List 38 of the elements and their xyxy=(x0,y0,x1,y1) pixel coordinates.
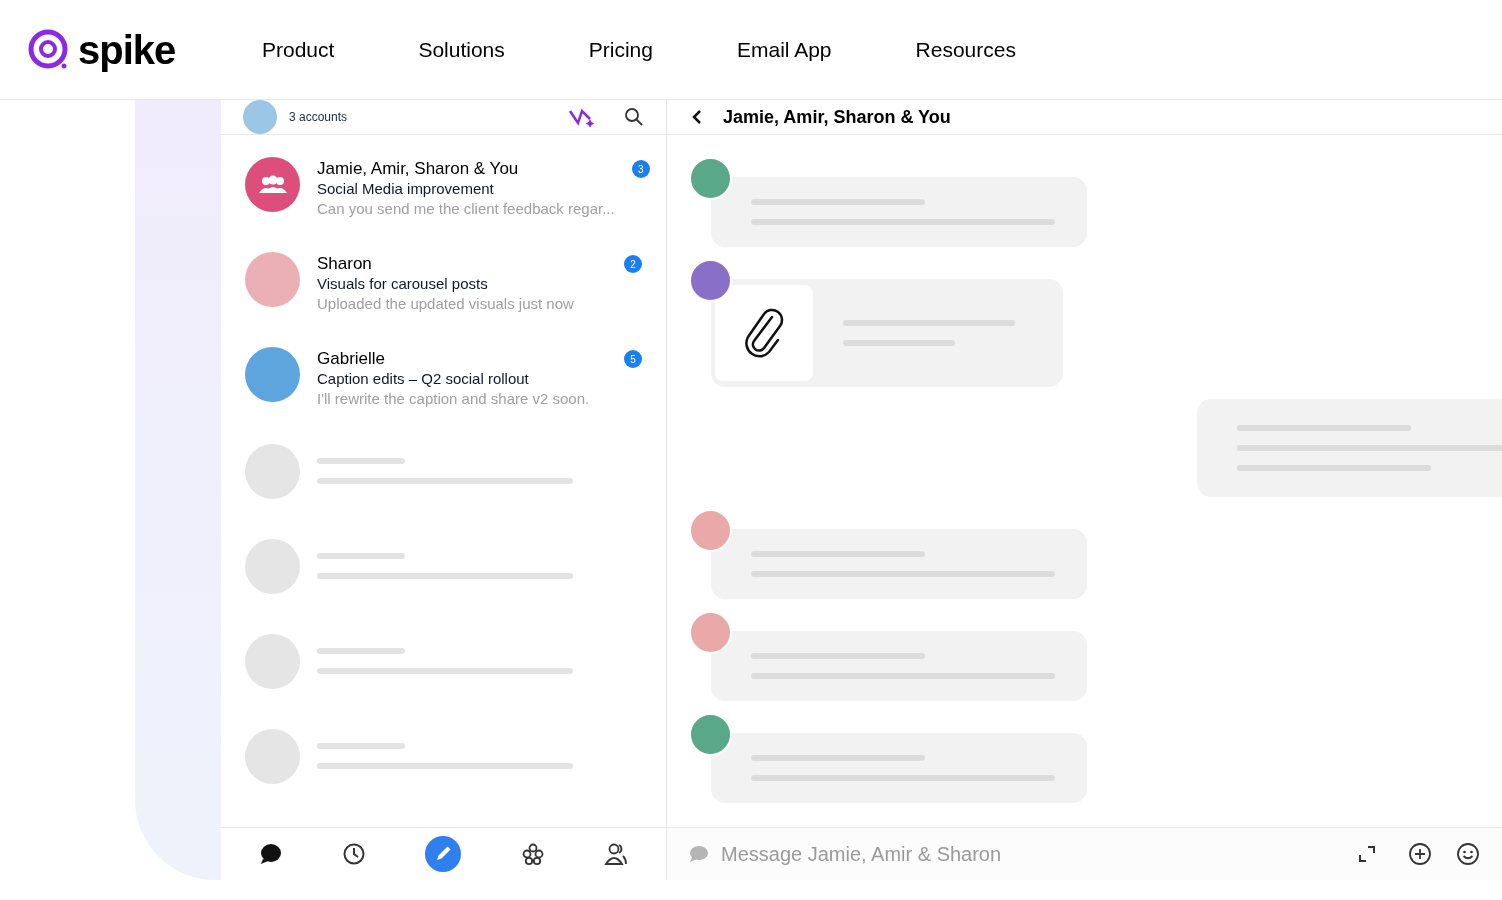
message-preview: I'll rewrite the caption and share v2 soon. xyxy=(317,389,591,409)
nav-link[interactable]: Solutions xyxy=(418,33,505,66)
add-icon[interactable] xyxy=(1408,842,1432,866)
nav-link[interactable]: Product xyxy=(262,33,335,66)
search-icon[interactable] xyxy=(624,107,644,127)
conversation-item[interactable]: Gabrielle Caption edits – Q2 social rollout I'll rewrite the caption and share v2 soon. 5 xyxy=(221,349,666,444)
back-icon[interactable] xyxy=(691,109,703,125)
conversation-item[interactable]: Jamie, Amir, Sharon & You Social Media improvement Can you send me the client feedback regar... 3 xyxy=(221,159,666,254)
compose-icon[interactable] xyxy=(425,836,462,872)
contact-name: Gabrielle xyxy=(317,349,387,369)
sparkle-icon[interactable] xyxy=(568,107,596,127)
conversation-subject: Caption edits – Q2 social rollout xyxy=(317,369,530,389)
brand-name[interactable]: spike xyxy=(78,29,176,70)
conversation-subject: Visuals for carousel posts xyxy=(317,274,489,294)
conversation-item[interactable]: Sharon Visuals for carousel posts Uploaded the updated visuals just now 2 xyxy=(221,254,666,349)
unread-count: 2 xyxy=(624,255,642,273)
accounts-count: 3 accounts xyxy=(289,109,348,126)
flower-icon[interactable] xyxy=(520,842,545,866)
message-preview: Can you send me the client feedback regar... xyxy=(317,199,615,219)
emoji-icon[interactable] xyxy=(1456,842,1480,866)
conversation-subject: Social Media improvement xyxy=(317,179,495,199)
contact-name: Jamie, Amir, Sharon & You xyxy=(317,159,520,179)
nav-link[interactable]: Pricing xyxy=(588,33,653,66)
paperclip-icon xyxy=(742,307,786,359)
expand-icon[interactable] xyxy=(1358,845,1376,863)
clock-icon[interactable] xyxy=(342,842,367,866)
nav-link[interactable]: Email App xyxy=(736,33,832,66)
unread-count: 5 xyxy=(624,350,642,368)
unread-count: 3 xyxy=(631,160,650,178)
contact-name: Sharon xyxy=(317,254,373,274)
message-preview: Uploaded the updated visuals just now xyxy=(317,294,575,314)
chat-icon[interactable] xyxy=(258,842,283,866)
avatar xyxy=(243,100,277,134)
contacts-icon[interactable] xyxy=(604,842,629,866)
message-input[interactable]: Message Jamie, Amir & Sharon xyxy=(721,839,1346,869)
chat-title: Jamie, Amir, Sharon & You xyxy=(723,105,951,129)
chat-bubble-icon xyxy=(689,845,709,863)
nav-link[interactable]: Resources xyxy=(915,33,1016,66)
